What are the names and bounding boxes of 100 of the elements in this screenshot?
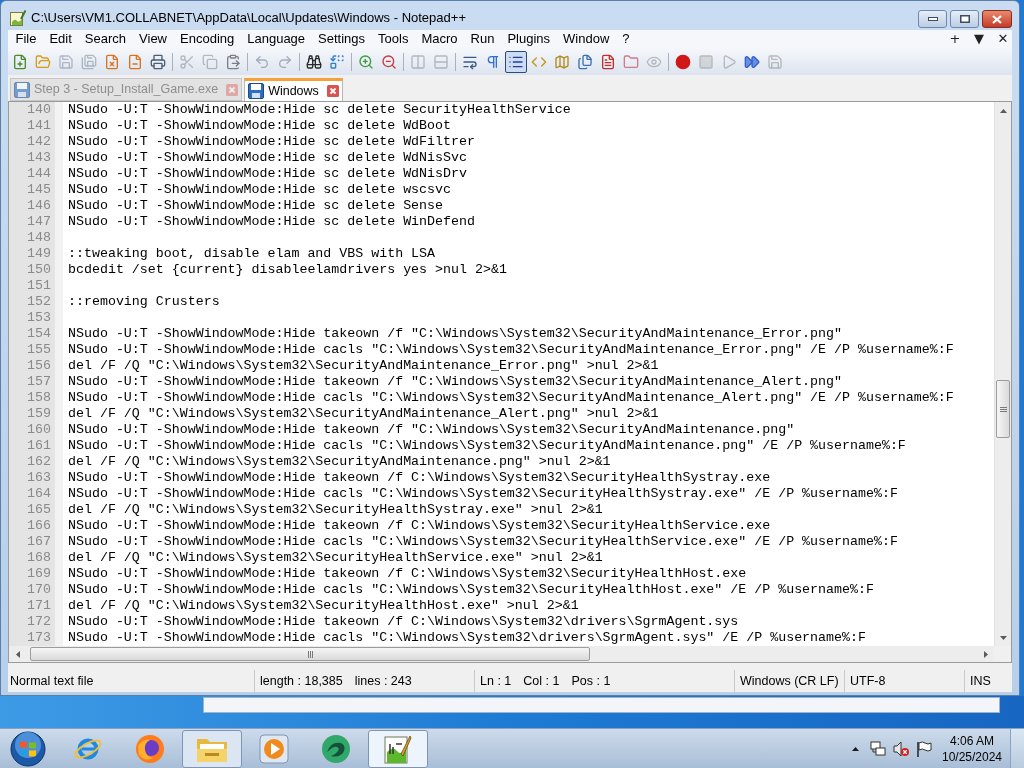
- code-line: NSudo -U:T -ShowWindowMode:Hide sc delete SecurityHealthService: [68, 102, 571, 118]
- tab[interactable]: Windows: [244, 78, 343, 101]
- code-line: NSudo -U:T -ShowWindowMode:Hide cacls "C:\Windows\System32\SecurityHealthService.exe" /E /P %username%:F: [68, 534, 898, 550]
- code-line: NSudo -U:T -ShowWindowMode:Hide sc delete WinDefend: [68, 214, 475, 230]
- menu-item[interactable]: Plugins: [500, 30, 557, 48]
- code-line: del /F /Q "C:\Windows\System32\SecurityHealthHost.exe" >nul 2>&1: [68, 598, 579, 614]
- line-number: 164: [27, 486, 51, 502]
- window-title: C:\Users\VM1.COLLABNET\AppData\Local\Updates\Windows - Notepad++: [31, 8, 466, 27]
- code-line: NSudo -U:T -ShowWindowMode:Hide takeown /f "C:\Windows\System32\SecurityAndMaintenance_Alert.png": [68, 374, 842, 390]
- menu-item[interactable]: File: [9, 30, 43, 48]
- tab-list-button[interactable]: ▼: [971, 30, 987, 48]
- status-text: Pos : 1: [571, 672, 611, 690]
- menu-item[interactable]: Language: [240, 30, 312, 48]
- status-text: Col : 1: [523, 672, 560, 690]
- browser-icon: [135, 733, 165, 764]
- muted-speaker-icon[interactable]: [893, 740, 909, 757]
- code-line: del /F /Q "C:\Windows\System32\SecurityHealthService.exe" >nul 2>&1: [68, 550, 603, 566]
- menu-item[interactable]: Window: [556, 30, 616, 48]
- code-line: NSudo -U:T -ShowWindowMode:Hide cacls "C:\Windows\System32\SecurityAndMaintenance.png" /E /P %username%:F: [68, 438, 906, 454]
- line-number: 143: [27, 150, 51, 166]
- code-line: NSudo -U:T -ShowWindowMode:Hide sc delete WdNisSvc: [68, 150, 467, 166]
- status-text: lines : 243: [354, 672, 412, 690]
- code-line: NSudo -U:T -ShowWindowMode:Hide takeown /f C:\Windows\System32\SecurityHealthSystray.exe: [68, 470, 771, 486]
- line-number: 163: [27, 470, 51, 486]
- close-icon: [992, 14, 1002, 24]
- close-button[interactable]: [982, 10, 1012, 28]
- code-line: NSudo -U:T -ShowWindowMode:Hide sc delete WdBoot: [68, 118, 451, 134]
- restore-icon: [959, 15, 970, 23]
- menu-item[interactable]: Search: [78, 30, 133, 48]
- minimize-button[interactable]: [918, 10, 947, 28]
- menu-item[interactable]: Macro: [414, 30, 465, 48]
- close-document-button[interactable]: ✕: [995, 30, 1011, 48]
- network-icon[interactable]: [870, 740, 886, 757]
- maximize-button[interactable]: [950, 10, 979, 28]
- taskbar-app-button[interactable]: [182, 729, 242, 768]
- status-text: INS: [970, 672, 991, 690]
- line-number: 153: [27, 310, 51, 326]
- scrollbar-thumb[interactable]: [996, 380, 1010, 438]
- line-number: 146: [27, 198, 51, 214]
- code-line: NSudo -U:T -ShowWindowMode:Hide cacls "C:\Windows\System32\SecurityAndMaintenance_Error.png" /E /P %username%:F: [68, 342, 954, 358]
- code-line: bcdedit /set {current} disableelamdrivers yes >nul 2>&1: [68, 262, 507, 278]
- horizontal-scrollbar[interactable]: [9, 646, 994, 662]
- code-line: del /F /Q "C:\Windows\System32\SecurityHealthSystray.exe" >nul 2>&1: [68, 502, 603, 518]
- line-number: 170: [27, 582, 51, 598]
- flag-icon[interactable]: [916, 740, 932, 757]
- new-tab-button[interactable]: +: [947, 30, 963, 48]
- code-line: NSudo -U:T -ShowWindowMode:Hide sc delete WdFiltrer: [68, 134, 475, 150]
- line-number: 156: [27, 358, 51, 374]
- notepad-icon: [10, 9, 26, 26]
- code-line: NSudo -U:T -ShowWindowMode:Hide takeown /f C:\Windows\System32\SecurityHealthService.exe: [68, 518, 771, 534]
- scrollbar-thumb[interactable]: [30, 647, 590, 661]
- code-line: NSudo -U:T -ShowWindowMode:Hide takeown /f "C:\Windows\System32\SecurityAndMaintenance.png": [68, 422, 795, 438]
- code-line: NSudo -U:T -ShowWindowMode:Hide takeown /f "C:\Windows\System32\SecurityAndMaintenance_Error.png": [68, 326, 842, 342]
- line-number: 159: [27, 406, 51, 422]
- line-number: 165: [27, 502, 51, 518]
- line-number: 140: [27, 102, 51, 118]
- line-number: 166: [27, 518, 51, 534]
- line-number: 157: [27, 374, 51, 390]
- code-line: NSudo -U:T -ShowWindowMode:Hide sc delete WdNisDrv: [68, 166, 467, 182]
- grip-icon: [307, 650, 313, 658]
- line-number: 145: [27, 182, 51, 198]
- menu-item[interactable]: Settings: [311, 30, 372, 48]
- menu-item[interactable]: ?: [615, 30, 637, 48]
- code-line: del /F /Q "C:\Windows\System32\SecurityAndMaintenance_Error.png" >nul 2>&1: [68, 358, 659, 374]
- line-number: 173: [27, 630, 51, 646]
- menu-item[interactable]: Encoding: [173, 30, 241, 48]
- line-number: 149: [27, 246, 51, 262]
- code-line: NSudo -U:T -ShowWindowMode:Hide sc delete Sense: [68, 198, 444, 214]
- line-number: 172: [27, 614, 51, 630]
- status-text: length : 18,385: [260, 672, 343, 690]
- menu-item[interactable]: Edit: [42, 30, 79, 48]
- line-number: 151: [27, 278, 51, 294]
- status-text: UTF-8: [850, 672, 886, 690]
- triangle-up-icon: [999, 108, 1007, 113]
- line-number: 154: [27, 326, 51, 342]
- vertical-scrollbar[interactable]: [994, 102, 1011, 646]
- code-line: del /F /Q "C:\Windows\System32\SecurityAndMaintenance_Alert.png" >nul 2>&1: [68, 406, 659, 422]
- status-text: Windows (CR LF): [740, 672, 839, 690]
- text-editor[interactable]: [8, 101, 1012, 663]
- line-number: 141: [27, 118, 51, 134]
- code-line: del /F /Q "C:\Windows\System32\SecurityAndMaintenance.png" >nul 2>&1: [68, 454, 611, 470]
- menu-item[interactable]: View: [132, 30, 174, 48]
- play-icon: [259, 733, 289, 764]
- line-number: 167: [27, 534, 51, 550]
- line-number: 150: [27, 262, 51, 278]
- line-number: 155: [27, 342, 51, 358]
- code-line: ::removing Crusters: [68, 294, 220, 310]
- grip-icon: [999, 406, 1007, 412]
- line-number: 162: [27, 454, 51, 470]
- triangle-right-icon: [983, 650, 988, 658]
- menu-item[interactable]: Tools: [371, 30, 415, 48]
- taskbar-app-button[interactable]: [368, 729, 428, 768]
- clock[interactable]: 4:06 AM 10/25/2024: [938, 732, 1006, 765]
- line-number: 169: [27, 566, 51, 582]
- show-desktop-button[interactable]: [1010, 729, 1024, 768]
- line-number: 147: [27, 214, 51, 230]
- menu-item[interactable]: Run: [464, 30, 501, 48]
- close-icon[interactable]: [326, 85, 339, 97]
- swirl-icon: [321, 733, 351, 764]
- line-number: 148: [27, 230, 51, 246]
